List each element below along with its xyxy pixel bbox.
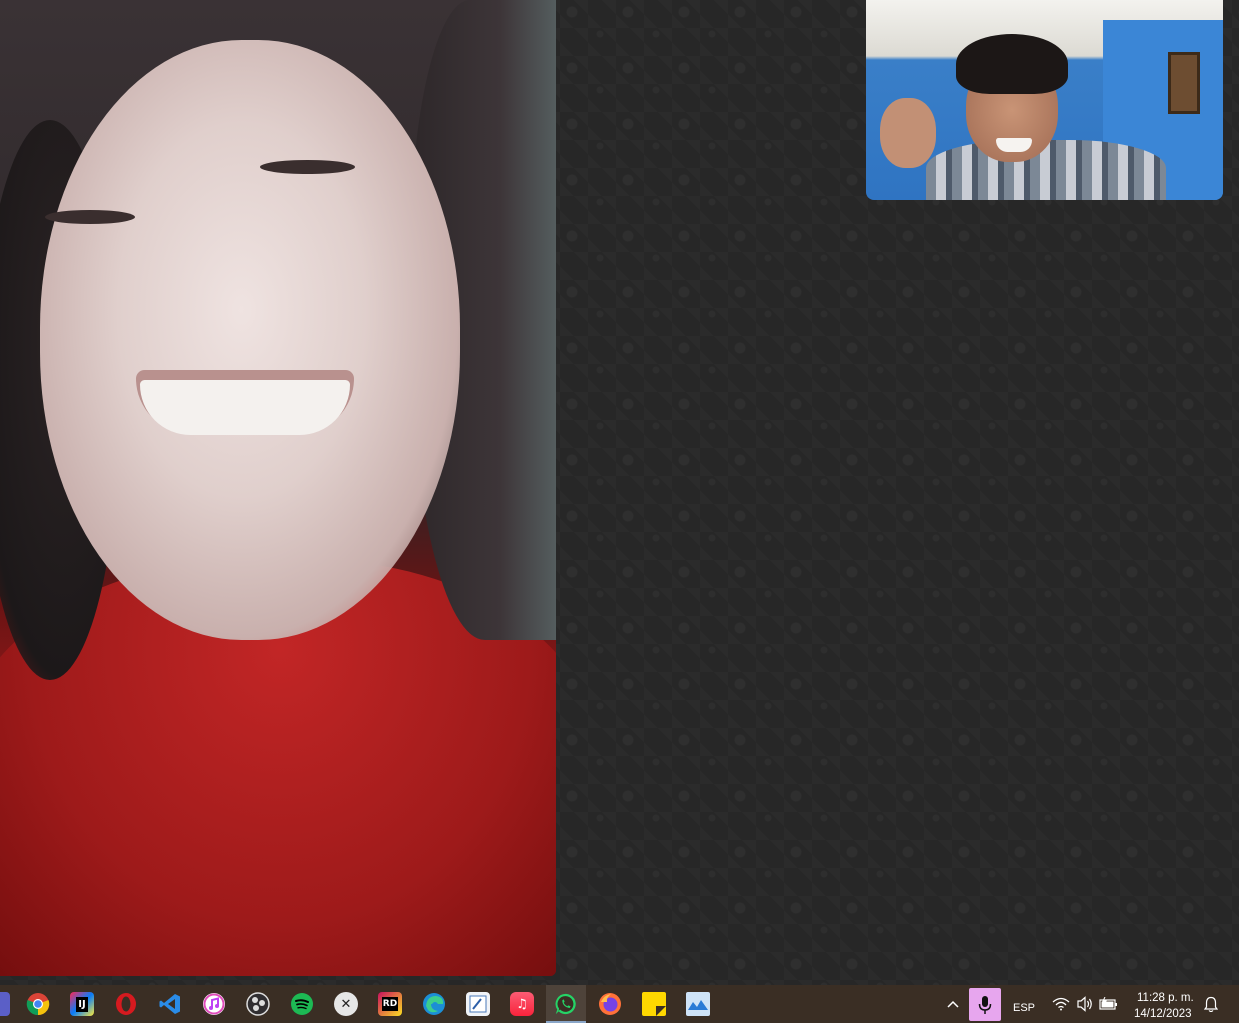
clock-time[interactable]: 11:28 p. m. <box>1137 992 1194 1004</box>
self-shirt <box>926 140 1166 200</box>
rider-label: RD <box>381 997 399 1011</box>
wall-picture <box>1168 52 1200 114</box>
paint-icon[interactable] <box>466 992 490 1016</box>
input-language-indicator[interactable]: ESP <box>1013 1002 1035 1014</box>
vscode-icon[interactable] <box>158 992 182 1016</box>
clock-date[interactable]: 14/12/2023 <box>1134 1008 1192 1020</box>
edge-icon[interactable] <box>422 992 446 1016</box>
notifications-bell-icon[interactable] <box>1199 992 1223 1016</box>
apple-music-label: ♫ <box>516 996 528 1012</box>
intellij-icon[interactable]: IJ <box>70 992 94 1016</box>
whatsapp-icon[interactable] <box>554 992 578 1016</box>
teams-icon[interactable] <box>0 992 10 1016</box>
remote-face <box>40 40 460 640</box>
firefox-icon[interactable] <box>598 992 622 1016</box>
apple-music-icon[interactable]: ♫ <box>510 992 534 1016</box>
remote-video[interactable] <box>0 0 556 976</box>
obs-icon[interactable] <box>246 992 270 1016</box>
chrome-icon[interactable] <box>26 992 50 1016</box>
wifi-icon[interactable] <box>1049 992 1073 1016</box>
volume-icon[interactable] <box>1073 992 1097 1016</box>
windows-taskbar: IJ ✕ RD ♫ ESP 11:28 p. m. 14/12/2023 <box>0 985 1239 1023</box>
spotify-icon[interactable] <box>290 992 314 1016</box>
app-x-label: ✕ <box>340 996 352 1012</box>
self-smile <box>996 138 1032 152</box>
itunes-icon[interactable] <box>202 992 226 1016</box>
remote-eye <box>45 210 135 224</box>
photos-icon[interactable] <box>686 992 710 1016</box>
microphone-in-use-icon[interactable] <box>969 988 1001 1021</box>
app-x-icon[interactable]: ✕ <box>334 992 358 1016</box>
sticky-notes-icon[interactable] <box>642 992 666 1016</box>
self-hair <box>956 34 1068 94</box>
self-view[interactable] <box>866 0 1223 200</box>
self-hand <box>880 98 936 168</box>
remote-eye <box>260 160 355 174</box>
opera-icon[interactable] <box>114 992 138 1016</box>
battery-charging-icon[interactable] <box>1097 992 1121 1016</box>
remote-smile <box>140 380 350 435</box>
show-hidden-icons-chevron-icon[interactable] <box>941 992 965 1016</box>
intellij-label: IJ <box>76 996 88 1012</box>
rider-icon[interactable]: RD <box>378 992 402 1016</box>
